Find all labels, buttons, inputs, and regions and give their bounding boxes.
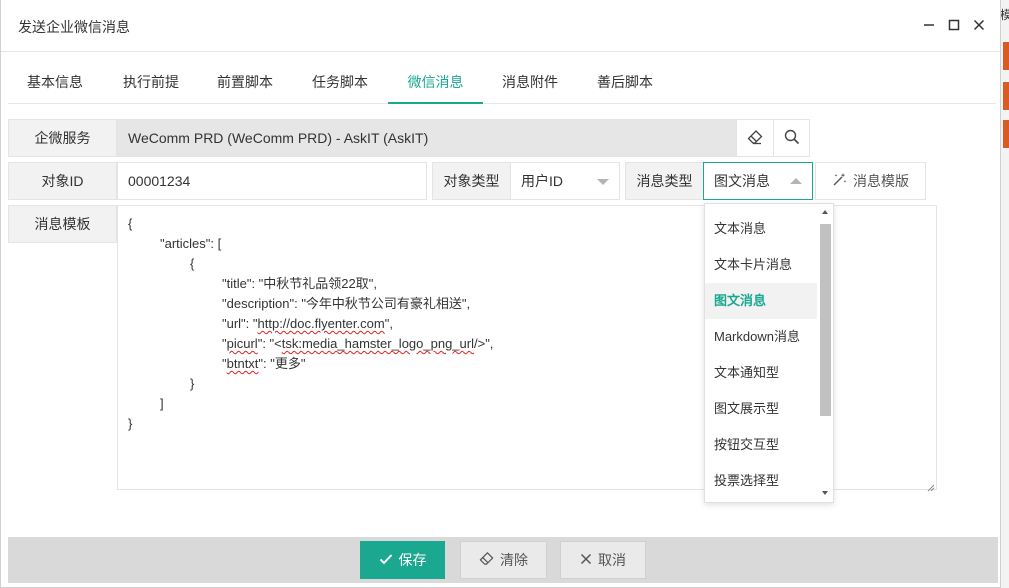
send-wecom-message-dialog: 发送企业微信消息 基本信息 执行前提 前置脚本 任务脚本 微信消息 消息附件 善… [0,0,1001,588]
code-token: "url": " [222,316,258,331]
search-icon [784,129,800,148]
tab-basic-info[interactable]: 基本信息 [8,62,102,104]
code-token: tsk:media_hamster_logo_png_url [281,336,474,351]
dropdown-option-vote[interactable]: 投票选择型 [705,463,818,499]
code-line: "description": "今年中秋节公司有豪礼相送", [222,296,471,311]
dropdown-scrollbar[interactable] [817,204,833,502]
target-type-select[interactable]: 用户ID [510,162,620,200]
clear-button-label: 清除 [500,552,528,568]
code-line: "articles": [ [160,236,222,251]
dropdown-option-button-interaction[interactable]: 按钮交互型 [705,427,818,463]
service-label: 企微服务 [8,119,117,157]
tab-message-attachment[interactable]: 消息附件 [483,62,577,104]
code-token: picurl [226,336,258,351]
scroll-down-arrow-icon[interactable] [822,491,828,495]
magic-wand-icon [832,172,847,190]
clear-service-button[interactable] [736,119,774,157]
chevron-up-icon [790,178,802,184]
dropdown-option-text-notice[interactable]: 文本通知型 [705,355,818,391]
search-service-button[interactable] [773,119,810,157]
code-line: ] [160,396,164,411]
code-line: "picurl": "<tsk:media_hamster_logo_png_u… [222,334,493,354]
msg-type-dropdown: 文本消息 文本卡片消息 图文消息 Markdown消息 文本通知型 图文展示型 … [704,203,834,503]
target-type-label: 对象类型 [432,162,511,200]
save-button[interactable]: 保存 [360,541,445,579]
code-line: "url": "http://doc.flyenter.com", [222,314,393,334]
msg-type-label: 消息类型 [625,162,704,200]
tab-wechat-message[interactable]: 微信消息 [388,62,483,104]
dialog-title: 发送企业微信消息 [18,19,130,35]
background-mark [1003,42,1009,70]
message-template-button-label: 消息模版 [853,173,909,189]
msg-type-value: 图文消息 [714,173,770,189]
code-token: ": "更多" [258,356,306,371]
tab-cleanup-script[interactable]: 善后脚本 [578,62,672,104]
dropdown-option-markdown[interactable]: Markdown消息 [705,319,818,355]
dropdown-option-news-notice[interactable]: 图文展示型 [705,391,818,427]
code-token: />", [473,336,494,351]
code-token: ": "< [257,336,282,351]
template-label: 消息模板 [8,205,117,243]
code-line: "btntxt": "更多" [222,354,306,374]
scroll-up-arrow-icon[interactable] [822,210,828,214]
service-field: WeComm PRD (WeComm PRD) - AskIT (AskIT) [117,119,737,157]
code-token: http://doc.flyenter.com [257,316,385,331]
close-icon [580,552,592,568]
code-token: ", [384,316,393,331]
tab-preconditions[interactable]: 执行前提 [104,62,198,104]
dropdown-option-news[interactable]: 图文消息 [705,283,818,319]
resize-handle-icon[interactable] [927,480,935,492]
msg-type-select[interactable]: 图文消息 [703,162,813,200]
chevron-down-icon [597,179,609,185]
tab-pre-script[interactable]: 前置脚本 [198,62,292,104]
code-line: } [128,416,133,431]
message-template-button[interactable]: 消息模版 [815,162,926,200]
dropdown-option-text-card[interactable]: 文本卡片消息 [705,247,818,283]
scrollbar-thumb[interactable] [820,224,831,416]
dialog-titlebar: 发送企业微信消息 [1,0,1000,52]
tab-bar: 基本信息 执行前提 前置脚本 任务脚本 微信消息 消息附件 善后脚本 [8,62,996,104]
code-line: } [190,376,195,391]
background-mark [1003,120,1009,148]
maximize-icon[interactable] [943,14,965,36]
dropdown-option-text[interactable]: 文本消息 [705,211,818,247]
code-line: { [128,216,133,231]
target-id-input[interactable]: 00001234 [117,162,427,200]
target-id-label: 对象ID [8,162,117,200]
clear-button[interactable]: 清除 [460,541,547,579]
check-icon [379,552,393,569]
target-type-value: 用户ID [521,173,563,189]
save-button-label: 保存 [398,552,427,568]
code-token: btntxt [226,356,259,371]
background-page-edge: 模 [1000,0,1009,588]
code-line: "title": "中秋节礼品领22取", [222,276,377,291]
eraser-icon [747,129,763,148]
code-line: { [190,256,195,271]
background-edge-text: 模 [1000,8,1009,22]
minimize-icon[interactable] [918,14,940,36]
close-icon[interactable] [968,14,990,36]
background-mark [1003,82,1009,110]
tab-task-script[interactable]: 任务脚本 [293,62,387,104]
cancel-button[interactable]: 取消 [560,541,646,579]
dialog-footer: 保存 清除 取消 [8,537,998,583]
eraser-icon [479,551,494,569]
cancel-button-label: 取消 [598,552,626,568]
